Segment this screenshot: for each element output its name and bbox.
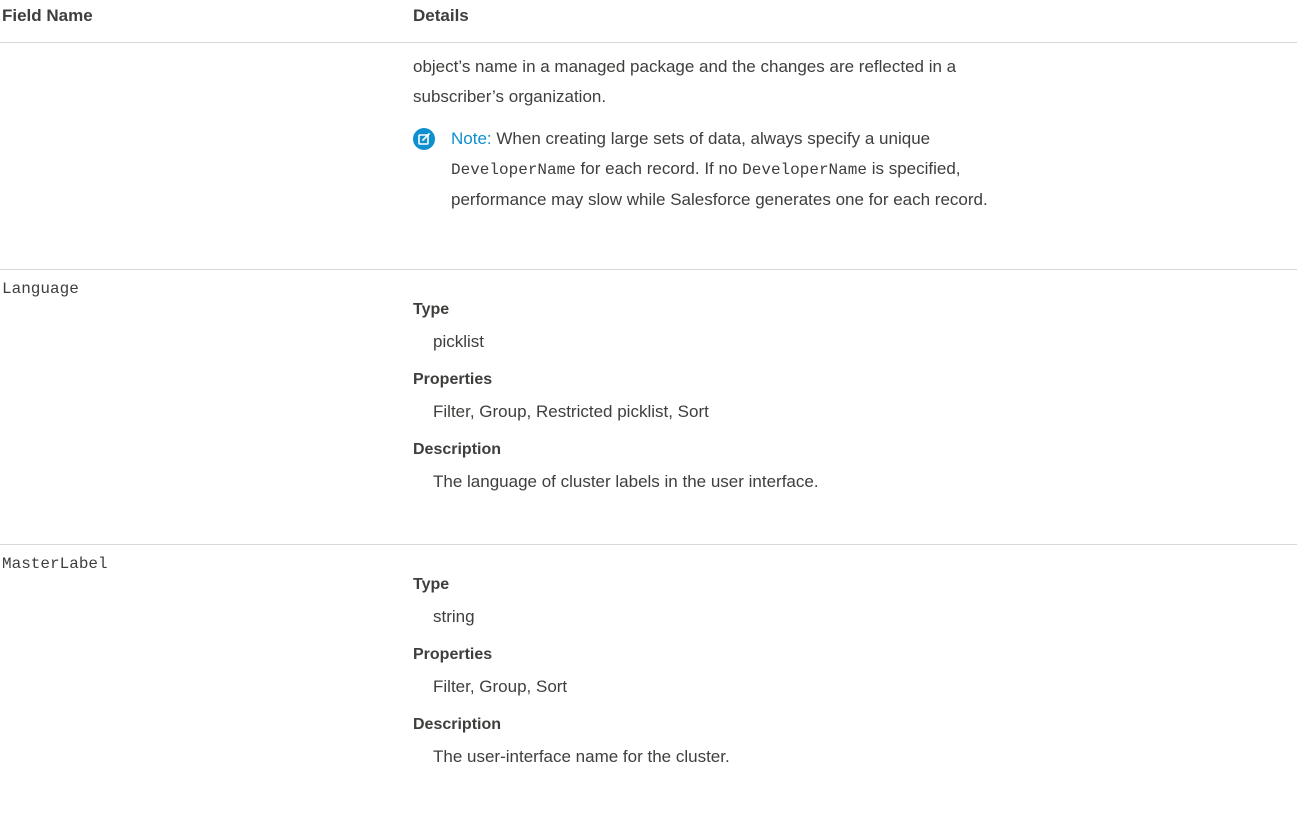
properties-label: Properties xyxy=(413,646,493,663)
note-text-part4: performance may slow while Salesforce ge… xyxy=(451,190,988,209)
table-header: Field Name Details xyxy=(0,0,1297,43)
description-group: Description The user-interface name for … xyxy=(413,714,1273,769)
field-reference-page: Field Name Details object’s name in a ma… xyxy=(0,0,1297,818)
note-code-developername-2: DeveloperName xyxy=(742,161,867,179)
description-label: Description xyxy=(413,441,502,458)
properties-value: Filter, Group, Restricted picklist, Sort xyxy=(433,402,709,421)
note-code-developername-1: DeveloperName xyxy=(451,161,576,179)
continuation-line-1: object’s name in a managed package and t… xyxy=(413,57,957,76)
description-value: The user-interface name for the cluster. xyxy=(433,747,730,766)
type-value: string xyxy=(433,607,475,626)
continuation-text: object’s name in a managed package and t… xyxy=(413,52,1273,112)
details-masterlabel: Type string Properties Filter, Group, So… xyxy=(413,574,1273,769)
type-group: Type string xyxy=(413,574,1273,629)
note-label: Note: xyxy=(451,129,492,148)
type-label: Type xyxy=(413,576,450,593)
column-header-details: Details xyxy=(413,6,469,25)
description-group: Description The language of cluster labe… xyxy=(413,439,1273,494)
note-text-part1: When creating large sets of data, always… xyxy=(491,129,931,148)
row-divider xyxy=(0,544,1297,545)
properties-group: Properties Filter, Group, Restricted pic… xyxy=(413,369,1273,424)
properties-group: Properties Filter, Group, Sort xyxy=(413,644,1273,699)
row-divider xyxy=(0,269,1297,270)
type-label: Type xyxy=(413,301,450,318)
type-group: Type picklist xyxy=(413,299,1273,354)
note-text-part3: is specified, xyxy=(866,159,961,178)
continuation-line-2: subscriber’s organization. xyxy=(413,87,607,106)
edit-note-icon xyxy=(413,128,435,150)
column-header-field-name: Field Name xyxy=(2,6,93,25)
field-name-masterlabel: MasterLabel xyxy=(2,555,108,573)
properties-label: Properties xyxy=(413,371,493,388)
field-name-language: Language xyxy=(2,280,79,298)
type-value: picklist xyxy=(433,332,485,351)
description-value: The language of cluster labels in the us… xyxy=(433,472,819,491)
description-label: Description xyxy=(413,716,502,733)
details-language: Type picklist Properties Filter, Group, … xyxy=(413,299,1273,494)
properties-value: Filter, Group, Sort xyxy=(433,677,568,696)
note-callout: Note: When creating large sets of data, … xyxy=(413,124,1273,215)
note-text-part2: for each record. If no xyxy=(575,159,743,178)
previous-row-continuation: object’s name in a managed package and t… xyxy=(413,52,1273,215)
